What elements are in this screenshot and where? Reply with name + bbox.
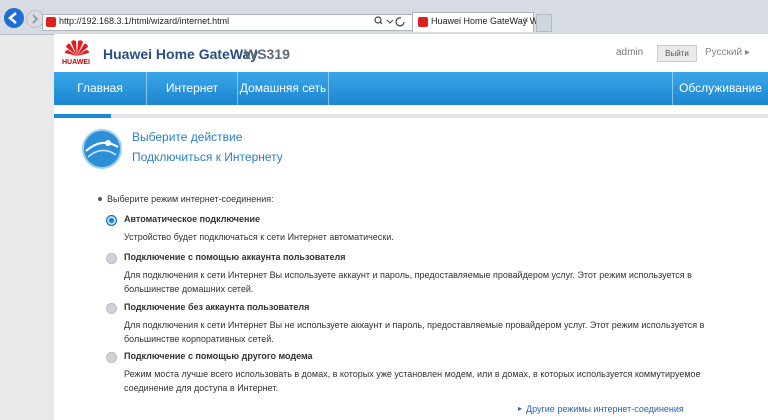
tab-title: Huawei Home GateWay WS... xyxy=(431,16,552,26)
main-menu: Главная Интернет Домашняя сеть Обслужива… xyxy=(54,72,768,105)
new-tab-button[interactable] xyxy=(536,14,552,32)
option-title: Подключение с помощью аккаунта пользоват… xyxy=(124,252,346,262)
current-user: admin xyxy=(616,47,644,58)
router-page: HUAWEI Huawei Home GateWay WS319 admin В… xyxy=(54,34,768,420)
address-bar[interactable]: http://192.168.3.1/html/wizard/internet.… xyxy=(42,14,414,31)
close-tab-icon[interactable]: × xyxy=(523,15,529,26)
forward-arrow-icon xyxy=(32,14,39,24)
step-subtitle: Подключиться к Интернету xyxy=(132,150,283,164)
step-title: Выберите действие xyxy=(132,130,243,144)
menu-item-home-network[interactable]: Домашняя сеть xyxy=(238,72,328,105)
language-selector[interactable]: Русский ▸ xyxy=(705,47,750,58)
option-description: Для подключения к сети Интернет Вы не ис… xyxy=(124,320,705,344)
chevron-right-icon: ▸ xyxy=(518,404,523,413)
radio-other-modem[interactable] xyxy=(106,352,117,363)
wizard-progress xyxy=(54,114,768,118)
tab-favicon-icon xyxy=(418,17,428,27)
back-arrow-icon xyxy=(8,12,17,24)
globe-icon xyxy=(78,127,126,171)
bullet-icon xyxy=(98,197,102,201)
address-url: http://192.168.3.1/html/wizard/internet.… xyxy=(59,16,230,26)
huawei-logo: HUAWEI xyxy=(60,38,94,66)
model-name: WS319 xyxy=(244,46,290,62)
option-description: Устройство будет подключаться к сети Инт… xyxy=(124,232,394,242)
option-description: Режим моста лучше всего использовать в д… xyxy=(124,369,701,393)
other-modes-link[interactable]: Другие режимы интернет-соединения xyxy=(526,404,684,414)
menu-item-maintenance[interactable]: Обслуживание xyxy=(673,72,768,105)
menu-item-home[interactable]: Главная xyxy=(54,72,146,105)
option-title: Подключение с помощью другого модема xyxy=(124,351,313,361)
mode-label: Выберите режим интернет-соединения: xyxy=(107,194,274,204)
search-refresh-icon xyxy=(374,16,405,27)
radio-account[interactable] xyxy=(106,253,117,264)
back-button[interactable] xyxy=(4,8,24,28)
option-description: Для подключения к сети Интернет Вы испол… xyxy=(124,270,692,294)
logo-text: HUAWEI xyxy=(62,59,90,66)
radio-auto[interactable] xyxy=(106,215,117,226)
page-header: HUAWEI Huawei Home GateWay WS319 admin В… xyxy=(54,34,768,72)
option-title: Подключение без аккаунта пользователя xyxy=(124,302,310,312)
address-actions[interactable] xyxy=(373,15,409,31)
option-title: Автоматическое подключение xyxy=(124,214,260,224)
brand-name: Huawei Home GateWay xyxy=(103,46,259,62)
radio-no-account[interactable] xyxy=(106,303,117,314)
browser-tab[interactable]: Huawei Home GateWay WS... × xyxy=(412,12,552,32)
wizard-progress-fill xyxy=(54,114,112,118)
huawei-petals-icon xyxy=(65,40,89,56)
site-favicon-icon xyxy=(46,17,56,27)
menu-divider xyxy=(328,72,329,105)
menu-item-internet[interactable]: Интернет xyxy=(147,72,237,105)
logout-button[interactable]: Выйти xyxy=(657,45,697,62)
browser-toolbar: http://192.168.3.1/html/wizard/internet.… xyxy=(0,0,768,35)
